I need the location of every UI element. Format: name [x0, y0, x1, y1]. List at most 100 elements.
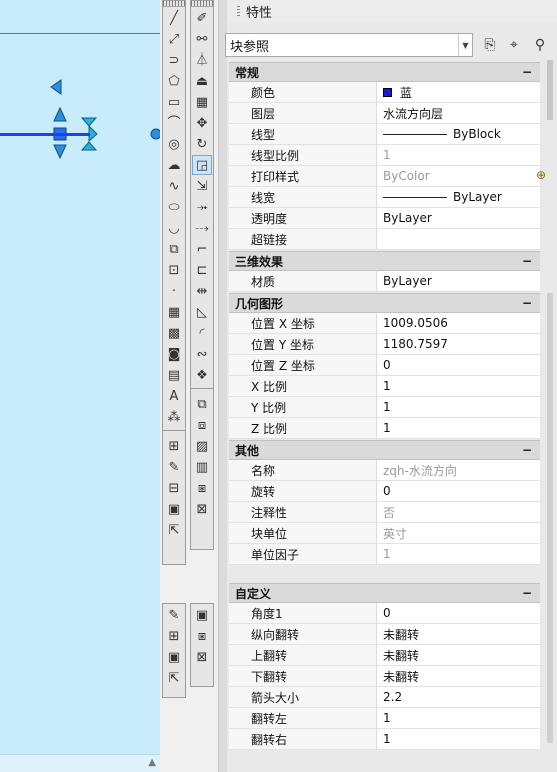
property-row[interactable]: 线型 ByBlock [229, 124, 540, 145]
ellipse-arc-icon[interactable]: ◡ [164, 218, 184, 238]
property-row[interactable]: 位置 Z 坐标 0 [229, 355, 540, 376]
property-value[interactable]: ByLayer [377, 208, 540, 228]
select-block-icon[interactable]: ⇱ [164, 520, 184, 540]
property-row[interactable]: Y 比例 1 [229, 397, 540, 418]
property-value[interactable]: 0 [377, 355, 540, 375]
break-at-point-icon[interactable]: ⌐ [192, 239, 212, 259]
add-selected-icon[interactable]: ⁂ [164, 407, 184, 427]
property-value[interactable]: ByLayer [377, 271, 540, 291]
property-value[interactable]: ByBlock [377, 124, 540, 144]
property-row[interactable]: 线宽 ByLayer [229, 187, 540, 208]
stretch-icon[interactable]: ⇲ [192, 176, 212, 196]
block-insert-icon[interactable]: ▣ [164, 499, 184, 519]
property-value[interactable]: 0 [377, 603, 540, 623]
polyline-icon[interactable]: ⊃ [164, 50, 184, 70]
property-row[interactable]: 单位因子 1 [229, 544, 540, 565]
erase-icon[interactable]: ✐ [192, 8, 212, 28]
scrollbar-thumb[interactable] [547, 60, 553, 120]
order-text-icon[interactable]: ⧆ [192, 626, 212, 646]
property-row[interactable]: 超链接 [229, 229, 540, 250]
region-icon[interactable]: ◙ [164, 344, 184, 364]
canvas-horizontal-scrollbar[interactable]: ▲ [0, 754, 160, 772]
join-icon[interactable]: ⇹ [192, 281, 212, 301]
property-value[interactable]: 1 [377, 397, 540, 417]
block-editor-icon[interactable]: ⊞ [164, 436, 184, 456]
text-front-icon[interactable]: ▥ [192, 457, 212, 477]
property-row[interactable]: 翻转左 1 [229, 708, 540, 729]
offset-icon[interactable]: ⏏ [192, 71, 212, 91]
property-row[interactable]: 纵向翻转 未翻转 [229, 624, 540, 645]
block-select-icon[interactable]: ⇱ [164, 668, 184, 688]
toolbar-grip[interactable] [191, 1, 213, 7]
property-row[interactable]: X 比例 1 [229, 376, 540, 397]
break-icon[interactable]: ⊏ [192, 260, 212, 280]
attribute-manager-icon[interactable]: ⊟ [164, 478, 184, 498]
properties-side-icon[interactable]: ⊕ [536, 168, 546, 182]
chamfer-icon[interactable]: ◺ [192, 302, 212, 322]
multiline-text-icon[interactable]: A [164, 386, 184, 406]
table-icon[interactable]: ▤ [164, 365, 184, 385]
array-icon[interactable]: ▦ [192, 92, 212, 112]
trim-icon[interactable]: ⤞ [192, 197, 212, 217]
gradient-icon[interactable]: ▩ [164, 323, 184, 343]
property-value[interactable]: 未翻转 [377, 645, 540, 665]
collapse-icon[interactable]: − [520, 254, 534, 268]
bring-front-icon[interactable]: ⧈ [192, 415, 212, 435]
quick-select-icon[interactable]: ⚲ [530, 35, 550, 55]
blend-curves-icon[interactable]: ∾ [192, 344, 212, 364]
edit-block-icon[interactable]: ✎ [164, 605, 184, 625]
scale-icon[interactable]: ◲ [192, 155, 212, 175]
property-row[interactable]: 位置 Y 坐标 1180.7597 [229, 334, 540, 355]
section-header[interactable]: 常规 − [229, 62, 540, 82]
property-row[interactable]: 位置 X 坐标 1009.0506 [229, 313, 540, 334]
chevron-down-icon[interactable]: ▼ [458, 34, 472, 56]
property-row[interactable]: 角度1 0 [229, 603, 540, 624]
section-header[interactable]: 自定义 − [229, 583, 540, 603]
grip-icon[interactable] [237, 6, 240, 16]
arc-icon[interactable]: ⌒ [164, 113, 184, 133]
polygon-icon[interactable]: ⬠ [164, 71, 184, 91]
line-icon[interactable]: ╱ [164, 8, 184, 28]
property-value[interactable]: 1009.0506 [377, 313, 540, 333]
property-value[interactable]: ByLayer [377, 187, 540, 207]
property-value[interactable]: 1180.7597 [377, 334, 540, 354]
property-value[interactable]: 1 [377, 145, 540, 165]
draw-order-icon[interactable]: ⧉ [192, 394, 212, 414]
property-value[interactable] [377, 229, 540, 249]
toolbar-grip[interactable] [163, 1, 185, 7]
explode-icon[interactable]: ❖ [192, 365, 212, 385]
collapse-icon[interactable]: − [520, 296, 534, 310]
toggle-pickadd-icon[interactable]: ⎘ [480, 35, 500, 55]
insert-block-icon[interactable]: ⧉ [164, 239, 184, 259]
order-back-icon[interactable]: ⊠ [192, 647, 212, 667]
fillet-icon[interactable]: ◜ [192, 323, 212, 343]
property-row[interactable]: 注释性否 [229, 502, 540, 523]
text-order-icon[interactable]: ⧆ [192, 478, 212, 498]
property-value[interactable]: 水流方向层 [377, 103, 540, 123]
circle-icon[interactable]: ◎ [164, 134, 184, 154]
property-row[interactable]: 透明度 ByLayer [229, 208, 540, 229]
select-objects-icon[interactable]: ⌖ [504, 35, 524, 55]
edit-attribute-icon[interactable]: ✎ [164, 457, 184, 477]
palette-vertical-scrollbar[interactable] [545, 60, 555, 760]
revision-cloud-icon[interactable]: ☁ [164, 155, 184, 175]
property-row[interactable]: 上翻转 未翻转 [229, 645, 540, 666]
rectangle-icon[interactable]: ▭ [164, 92, 184, 112]
property-value[interactable]: 否 [377, 502, 540, 522]
property-row[interactable]: 线型比例 1 [229, 145, 540, 166]
palette-strip[interactable] [219, 0, 227, 772]
collapse-icon[interactable]: − [520, 586, 534, 600]
property-value[interactable]: 0 [377, 481, 540, 501]
collapse-icon[interactable]: − [520, 65, 534, 79]
property-row[interactable]: 材质 ByLayer [229, 271, 540, 292]
property-row[interactable]: 颜色 蓝 [229, 82, 540, 103]
property-row[interactable]: 下翻转 未翻转 [229, 666, 540, 687]
property-value[interactable]: 1 [377, 708, 540, 728]
property-value[interactable]: 1 [377, 418, 540, 438]
palette-title-bar[interactable]: 特性 [229, 0, 557, 22]
property-value[interactable]: 1 [377, 729, 540, 749]
property-value[interactable]: 蓝 [377, 82, 540, 102]
property-value[interactable]: 英寸 [377, 523, 540, 543]
copy-icon[interactable]: ⚯ [192, 29, 212, 49]
property-row[interactable]: 名称 zqh-水流方向 [229, 460, 540, 481]
